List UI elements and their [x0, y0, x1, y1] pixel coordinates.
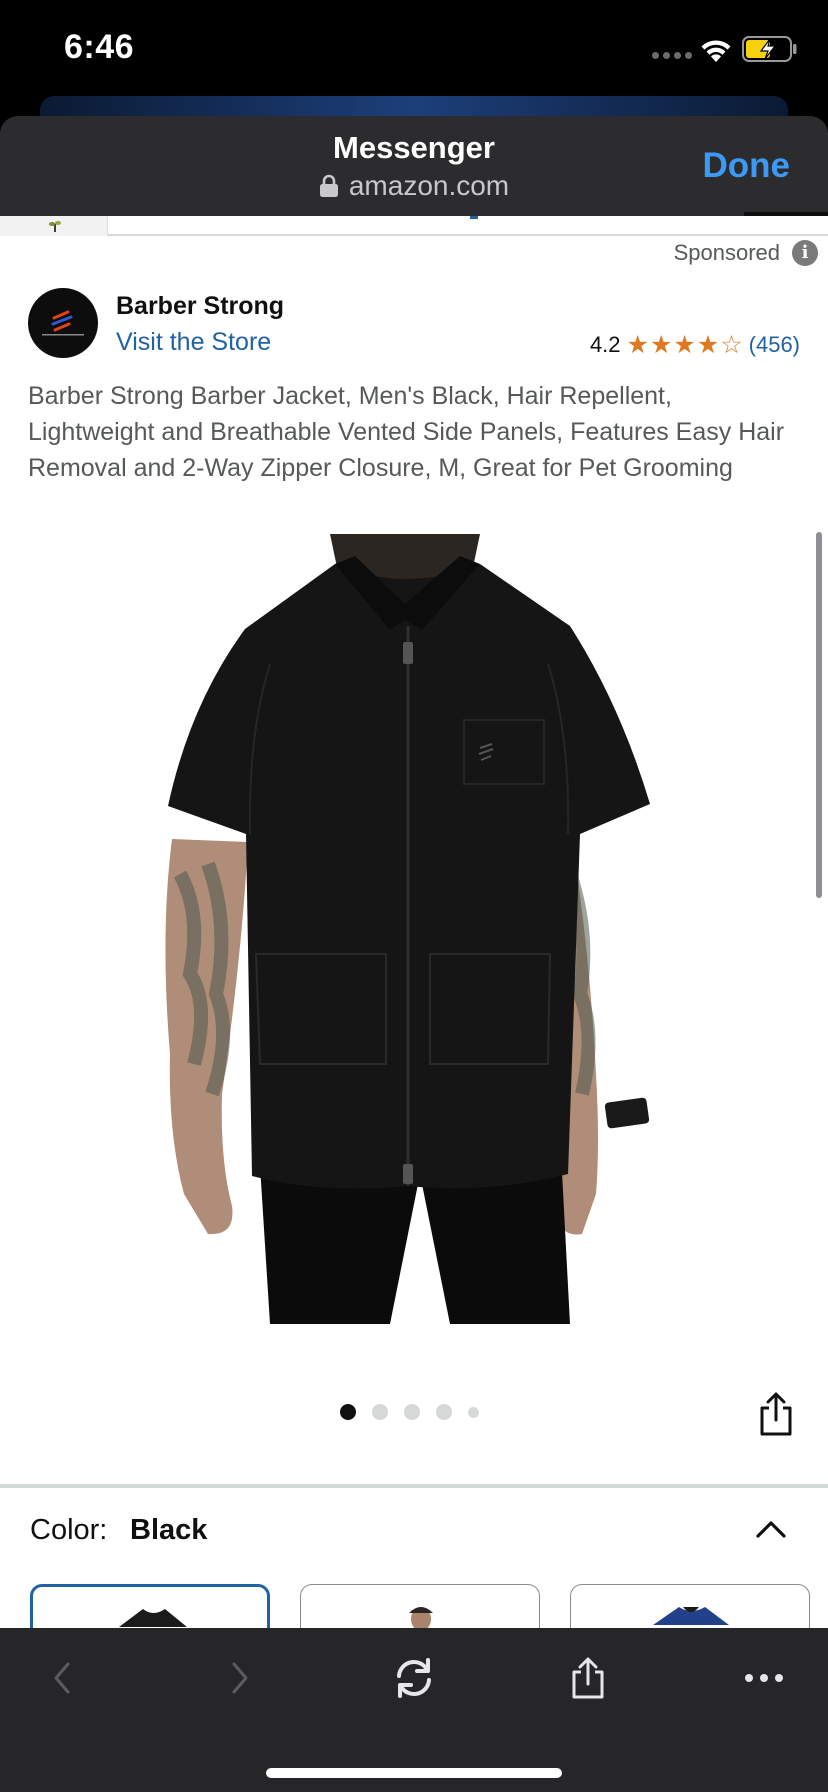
scroll-indicator[interactable] [816, 532, 822, 898]
info-icon[interactable]: i [792, 240, 818, 266]
battery-charging-icon [742, 36, 797, 62]
carousel-dot[interactable] [468, 1406, 479, 1418]
plant-thumbnail-icon [49, 221, 61, 232]
toolbar-share-button[interactable] [560, 1650, 616, 1706]
selected-color: Black [130, 1514, 208, 1546]
color-label: Color: [30, 1514, 108, 1546]
thumbnail [0, 216, 108, 236]
forward-button[interactable] [212, 1650, 268, 1706]
status-time: 6:46 [64, 28, 135, 66]
link-fragment [470, 216, 478, 219]
share-icon[interactable] [756, 1392, 796, 1436]
star-rating: ★ ★ ★ ★ ☆ [626, 330, 743, 359]
color-swatch-black[interactable] [30, 1584, 270, 1628]
product-title: Barber Strong Barber Jacket, Men's Black… [28, 382, 785, 482]
carousel-dot[interactable] [436, 1404, 452, 1420]
more-button[interactable] [736, 1650, 792, 1706]
star-full-icon: ★ [696, 330, 720, 359]
chevron-up-icon[interactable] [754, 1514, 788, 1544]
product-image[interactable] [150, 534, 670, 1324]
brand-logo[interactable] [28, 288, 98, 358]
star-full-icon: ★ [649, 330, 673, 359]
section-divider [0, 1484, 828, 1488]
browser-toolbar [0, 1628, 828, 1792]
image-carousel-dots[interactable] [340, 1404, 479, 1420]
chevron-left-icon [54, 1662, 70, 1694]
reload-button[interactable] [386, 1650, 442, 1706]
ellipsis-icon [745, 1674, 783, 1682]
rating-count-link[interactable]: (456) [749, 332, 800, 358]
home-indicator[interactable] [266, 1768, 562, 1778]
cellular-signal-icon [652, 52, 692, 59]
brand-name: Barber Strong [116, 292, 285, 320]
visit-store-link[interactable]: Visit the Store [116, 328, 271, 357]
wifi-icon [701, 40, 731, 62]
carousel-dot[interactable] [404, 1404, 420, 1420]
reload-icon [397, 1658, 431, 1698]
color-swatch-blue[interactable] [570, 1584, 810, 1628]
star-empty-icon: ☆ [720, 330, 743, 359]
browser-sheet-header: Messenger amazon.com Done [0, 116, 828, 216]
sponsored-label: Sponsored [673, 240, 780, 265]
carousel-dot[interactable] [372, 1404, 388, 1420]
share-icon [572, 1657, 604, 1699]
web-content[interactable]: Sponsored i Barber Strong Visit the Stor… [0, 216, 828, 1628]
status-bar: 6:46 [0, 0, 828, 100]
rating-value: 4.2 [589, 332, 621, 357]
rating-row[interactable]: 4.2 ★ ★ ★ ★ ☆ (456) [590, 332, 800, 358]
star-full-icon: ★ [673, 330, 696, 359]
color-swatch-gray[interactable] [300, 1584, 540, 1628]
lock-icon [319, 174, 338, 197]
url-text: amazon.com [348, 170, 510, 201]
star-full-icon: ★ [626, 330, 649, 359]
previous-content-strip [0, 216, 828, 236]
chevron-right-icon [232, 1662, 248, 1694]
done-button[interactable]: Done [703, 146, 791, 186]
back-button[interactable] [34, 1650, 90, 1706]
carousel-dot[interactable] [340, 1404, 356, 1420]
